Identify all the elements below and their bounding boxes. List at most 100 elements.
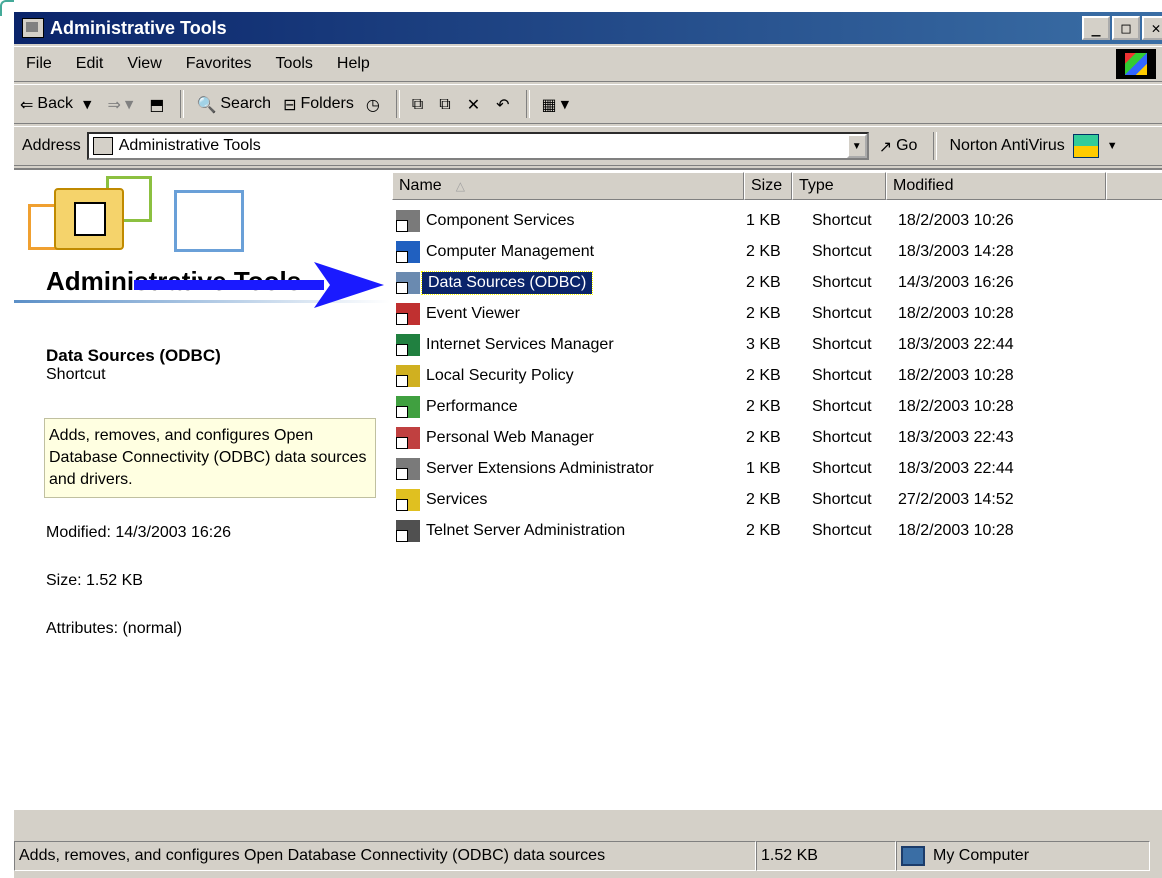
file-row[interactable]: Internet Services Manager 3 KB Shortcut 18/… [392, 330, 1162, 360]
selected-item-type: Shortcut [46, 366, 106, 383]
up-folder-button[interactable]: ⬒ [143, 88, 174, 120]
file-row[interactable]: Services 2 KB Shortcut 27/2/2003 14:52 [392, 485, 1162, 515]
file-size: 2 KB [746, 305, 781, 322]
file-size: 1 KB [746, 212, 781, 229]
my-computer-icon [901, 846, 925, 866]
go-button[interactable]: ↗ Go [869, 137, 928, 156]
column-header-type[interactable]: Type [792, 172, 886, 200]
file-name: Local Security Policy [426, 367, 574, 384]
file-modified: 18/2/2003 10:28 [898, 522, 1014, 539]
file-modified: 18/2/2003 10:28 [898, 305, 1014, 322]
shortcut-arrow-icon [396, 530, 408, 542]
back-label: Back [37, 95, 73, 112]
file-row[interactable]: Telnet Server Administration 2 KB Shortcut… [392, 516, 1162, 546]
banner-decoration [174, 190, 244, 252]
undo-button[interactable]: ↶ [490, 88, 519, 120]
back-button[interactable]: ⇐ Back ▼ [14, 88, 101, 120]
file-name: Component Services [426, 212, 575, 229]
file-modified: 18/3/2003 14:28 [898, 243, 1014, 260]
event-viewer-icon [396, 303, 420, 325]
file-type: Shortcut [812, 460, 872, 477]
menu-favorites[interactable]: Favorites [174, 55, 264, 73]
menu-view[interactable]: View [115, 55, 173, 73]
norton-dropdown-icon[interactable]: ▼ [1107, 140, 1118, 152]
file-type: Shortcut [812, 212, 872, 229]
back-dropdown-icon[interactable]: ▼ [83, 98, 91, 111]
file-row[interactable]: Computer Management 2 KB Shortcut 18/3/2003… [392, 237, 1162, 267]
views-button[interactable]: ▦ ▼ [536, 88, 580, 120]
column-header-empty [1106, 172, 1162, 200]
go-label: Go [896, 137, 918, 154]
forward-dropdown-icon: ▼ [124, 97, 134, 111]
menu-help[interactable]: Help [325, 55, 382, 73]
move-to-button[interactable]: ⧉ [406, 88, 433, 120]
norton-antivirus-button[interactable]: Norton AntiVirus ▼ [943, 134, 1123, 158]
data-sources-icon [396, 272, 420, 294]
file-row[interactable]: Event Viewer 2 KB Shortcut 18/2/2003 10:28 [392, 299, 1162, 329]
back-arrow-icon: ⇐ [20, 94, 34, 114]
title-bar[interactable]: Administrative Tools _ □ ✕ [14, 12, 1162, 44]
delete-button[interactable]: ✕ [461, 88, 490, 120]
file-row[interactable]: Server Extensions Administrator 1 KB Short… [392, 454, 1162, 484]
component-services-icon [396, 210, 420, 232]
shortcut-arrow-icon [396, 282, 408, 294]
search-label: Search [220, 95, 272, 112]
column-header-name[interactable]: Name △ [392, 172, 744, 200]
file-type: Shortcut [812, 243, 872, 260]
file-row[interactable]: Component Services 1 KB Shortcut 18/2/2003 … [392, 206, 1162, 236]
server-extensions-icon [396, 458, 420, 480]
address-dropdown-button[interactable]: ▼ [846, 134, 867, 158]
selected-item-info: Data Sources (ODBC) Shortcut [46, 346, 221, 384]
file-name: Computer Management [426, 243, 595, 260]
column-header-modified[interactable]: Modified [886, 172, 1106, 200]
address-input[interactable]: Administrative Tools ▼ [86, 132, 869, 160]
file-modified: 18/3/2003 22:44 [898, 336, 1014, 353]
file-name: Internet Services Manager [426, 336, 614, 353]
menu-tools[interactable]: Tools [264, 55, 325, 73]
selected-item-size: Size: 1.52 KB [46, 572, 143, 589]
search-button[interactable]: 🔍 Search [190, 88, 277, 120]
status-text: Adds, removes, and configures Open Datab… [14, 841, 756, 871]
selected-item-attributes: Attributes: (normal) [46, 620, 183, 637]
window-title: Administrative Tools [50, 17, 227, 38]
minimize-button[interactable]: _ [1082, 16, 1110, 40]
history-icon: ◷ [365, 94, 380, 114]
file-size: 2 KB [746, 491, 781, 508]
file-type: Shortcut [812, 367, 872, 384]
menu-edit[interactable]: Edit [64, 55, 116, 73]
file-size: 3 KB [746, 336, 781, 353]
file-modified: 18/2/2003 10:28 [898, 398, 1014, 415]
forward-button[interactable]: ⇒ ▼ [101, 88, 143, 120]
folder-window-icon [22, 18, 44, 38]
up-folder-icon: ⬒ [149, 94, 165, 114]
file-size: 2 KB [746, 367, 781, 384]
file-row[interactable]: Personal Web Manager 2 KB Shortcut 18/3/200… [392, 423, 1162, 453]
file-row[interactable]: Local Security Policy 2 KB Shortcut 18/2/20… [392, 361, 1162, 391]
file-row[interactable]: Data Sources (ODBC) 2 KB Shortcut 14/3/2003… [392, 268, 1162, 298]
maximize-button[interactable]: □ [1112, 16, 1140, 40]
file-row[interactable]: Performance 2 KB Shortcut 18/2/2003 10:28 [392, 392, 1162, 422]
folder-icon [92, 137, 113, 155]
toolbar-separator [395, 90, 400, 118]
windows-logo-icon [1116, 49, 1156, 79]
shortcut-arrow-icon [396, 220, 408, 232]
file-name: Server Extensions Administrator [426, 460, 654, 477]
status-size: 1.52 KB [756, 841, 896, 871]
shortcut-arrow-icon [396, 251, 408, 263]
file-name: Services [426, 491, 488, 508]
close-button[interactable]: ✕ [1142, 16, 1162, 40]
address-bar: Address Administrative Tools ▼ ↗ Go Nort… [14, 126, 1162, 166]
file-name: Event Viewer [426, 305, 520, 322]
file-type: Shortcut [812, 305, 872, 322]
sort-ascending-icon: △ [455, 179, 465, 193]
folders-button[interactable]: ⊟ Folders [277, 88, 360, 120]
address-value: Administrative Tools [118, 137, 261, 154]
menu-file[interactable]: File [14, 55, 64, 73]
shortcut-arrow-icon [396, 468, 408, 480]
file-type: Shortcut [812, 274, 872, 291]
file-type: Shortcut [812, 336, 872, 353]
history-button[interactable]: ◷ [360, 88, 390, 120]
copy-to-button[interactable]: ⧉ [433, 88, 460, 120]
column-header-size[interactable]: Size [744, 172, 792, 200]
file-modified: 27/2/2003 14:52 [898, 491, 1014, 508]
